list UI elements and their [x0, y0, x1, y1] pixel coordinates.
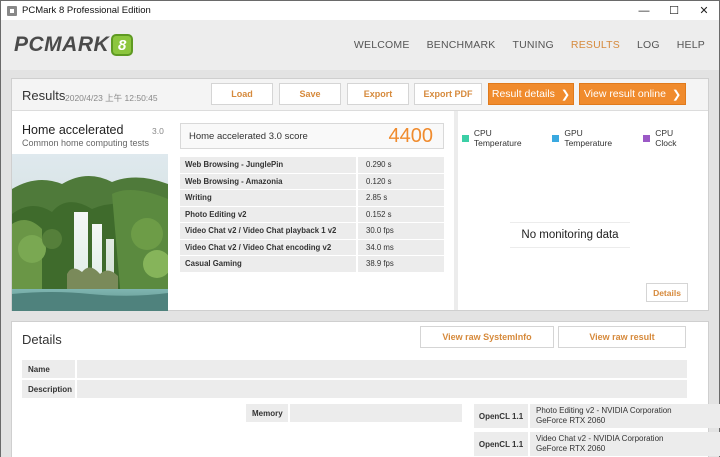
table-row: Photo Editing v2 0.152 s	[180, 206, 444, 223]
minimize-button[interactable]: —	[629, 1, 659, 20]
opencl-value: Video Chat v2 - NVIDIA Corporation GeFor…	[530, 432, 720, 456]
nav-log[interactable]: LOG	[637, 39, 660, 51]
subtest-name: Video Chat v2 / Video Chat encoding v2	[180, 239, 358, 255]
subtest-value: 38.9 fps	[358, 256, 444, 272]
export-button[interactable]: Export	[347, 83, 409, 105]
subtest-table: Web Browsing - JunglePin 0.290 s Web Bro…	[180, 157, 444, 273]
memory-label: Memory	[246, 404, 288, 422]
table-row: Video Chat v2 / Video Chat encoding v2 3…	[180, 239, 444, 256]
score-label: Home accelerated 3.0 score	[189, 131, 308, 142]
results-panel: Results 2020/4/23 上午 12:50:45 Load Save …	[11, 78, 709, 311]
opencl-device-model: GeForce RTX 2060	[536, 444, 606, 453]
legend-cpu-temperature[interactable]: CPU Temperature	[462, 128, 540, 148]
opencl-label: OpenCL 1.1	[474, 432, 528, 456]
subtest-name: Video Chat v2 / Video Chat playback 1 v2	[180, 223, 358, 239]
opencl-label: OpenCL 1.1	[474, 404, 528, 428]
subtest-value: 0.152 s	[358, 206, 444, 222]
subtest-name: Casual Gaming	[180, 256, 358, 272]
app-icon	[7, 5, 17, 16]
benchmark-waterfall-image	[12, 154, 168, 311]
logo-badge: 8	[111, 34, 134, 56]
opencl-test-device: Video Chat v2 - NVIDIA Corporation	[536, 434, 664, 443]
results-date: 2020/4/23 上午 12:50:45	[65, 93, 158, 103]
description-label: Description	[22, 380, 75, 398]
legend-swatch	[552, 134, 560, 142]
nav-benchmark[interactable]: BENCHMARK	[427, 39, 496, 51]
legend-label: CPU Clock	[655, 128, 677, 148]
subtest-name: Web Browsing - Amazonia	[180, 173, 358, 189]
export-pdf-button[interactable]: Export PDF	[414, 83, 482, 105]
pcmark-logo: PCMARK 8	[14, 33, 134, 57]
description-value	[77, 380, 687, 398]
table-row: Casual Gaming 38.9 fps	[180, 256, 444, 273]
subtest-value: 0.120 s	[358, 173, 444, 189]
benchmark-version: 3.0	[152, 126, 164, 136]
subtest-value: 2.85 s	[358, 190, 444, 206]
chevron-right-icon: ❯	[560, 88, 571, 101]
table-row: Web Browsing - Amazonia 0.120 s	[180, 173, 444, 190]
view-result-online-button[interactable]: View result online ❯	[579, 83, 686, 105]
view-raw-result-button[interactable]: View raw result	[558, 326, 686, 348]
load-button[interactable]: Load	[211, 83, 273, 105]
main-content: Results 2020/4/23 上午 12:50:45 Load Save …	[0, 70, 720, 457]
table-row: Writing 2.85 s	[180, 190, 444, 207]
nav-welcome[interactable]: WELCOME	[354, 39, 410, 51]
monitoring-legend: CPU Temperature GPU Temperature CPU Cloc…	[462, 128, 708, 148]
table-row: Web Browsing - JunglePin 0.290 s	[180, 157, 444, 174]
subtest-value: 34.0 ms	[358, 239, 444, 255]
result-details-label: Result details	[491, 88, 555, 100]
opencl-device-model: GeForce RTX 2060	[536, 416, 606, 425]
nav-results[interactable]: RESULTS	[571, 39, 620, 51]
view-raw-systeminfo-button[interactable]: View raw SystemInfo	[420, 326, 554, 348]
subtest-name: Photo Editing v2	[180, 206, 358, 222]
overall-score-box: Home accelerated 3.0 score 4400	[180, 123, 444, 149]
subtest-name: Writing	[180, 190, 358, 206]
app-header: PCMARK 8 WELCOME BENCHMARK TUNING RESULT…	[0, 20, 720, 70]
legend-cpu-clock[interactable]: CPU Clock	[643, 128, 696, 148]
legend-swatch	[643, 134, 651, 142]
logo-text: PCMARK	[14, 33, 110, 56]
legend-label: CPU Temperature	[473, 128, 522, 148]
chevron-right-icon: ❯	[671, 88, 682, 101]
subtest-name: Web Browsing - JunglePin	[180, 157, 358, 173]
view-result-online-label: View result online	[583, 88, 666, 100]
nav-help[interactable]: HELP	[677, 39, 705, 51]
name-label: Name	[22, 360, 75, 378]
name-value	[77, 360, 687, 378]
panel-divider	[454, 111, 458, 310]
details-panel: Details View raw SystemInfo View raw res…	[11, 321, 720, 457]
results-title: Results	[22, 88, 66, 103]
legend-swatch	[462, 134, 469, 142]
opencl-test-device: Photo Editing v2 - NVIDIA Corporation	[536, 406, 672, 415]
main-nav: WELCOME BENCHMARK TUNING RESULTS LOG HEL…	[337, 39, 705, 51]
score-value: 4400	[388, 125, 434, 147]
close-button[interactable]: ✕	[689, 1, 719, 20]
maximize-button[interactable]: ☐	[659, 1, 689, 20]
result-details-button[interactable]: Result details ❯	[488, 83, 574, 105]
window-titlebar: PCMark 8 Professional Edition — ☐ ✕	[0, 0, 720, 20]
subtest-value: 0.290 s	[358, 157, 444, 173]
memory-value	[290, 404, 462, 422]
monitoring-details-button[interactable]: Details	[646, 283, 688, 302]
table-row: Video Chat v2 / Video Chat playback 1 v2…	[180, 223, 444, 240]
details-title: Details	[22, 332, 62, 347]
window-title: PCMark 8 Professional Edition	[22, 5, 151, 16]
subtest-value: 30.0 fps	[358, 223, 444, 239]
results-toolbar: Results 2020/4/23 上午 12:50:45 Load Save …	[12, 79, 708, 111]
benchmark-name: Home accelerated	[22, 123, 124, 137]
opencl-value: Photo Editing v2 - NVIDIA Corporation Ge…	[530, 404, 720, 428]
save-button[interactable]: Save	[279, 83, 341, 105]
nav-tuning[interactable]: TUNING	[512, 39, 553, 51]
no-monitoring-data-message: No monitoring data	[510, 222, 630, 248]
legend-label: GPU Temperature	[564, 128, 613, 148]
legend-gpu-temperature[interactable]: GPU Temperature	[552, 128, 631, 148]
benchmark-description: Common home computing tests	[22, 138, 150, 148]
